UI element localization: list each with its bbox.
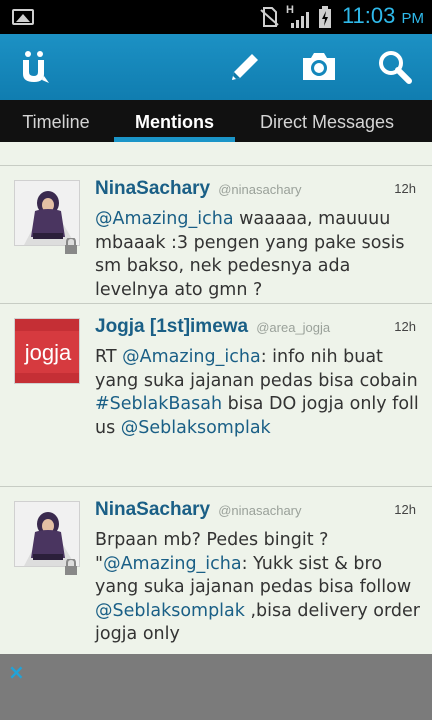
- tweet-author-name[interactable]: NinaSachary: [95, 178, 210, 199]
- tweet-time: 12h: [394, 181, 416, 196]
- mention-link[interactable]: @Amazing_icha: [122, 347, 261, 367]
- tab-timeline-label: Timeline: [22, 112, 90, 132]
- mentions-feed[interactable]: NinaSachary @ninasachary 12h @Amazing_ic…: [0, 142, 432, 654]
- avatar-image: [15, 181, 79, 245]
- close-icon[interactable]: ×: [8, 660, 25, 684]
- avatar-logo-text: jogja: [24, 340, 72, 365]
- bottom-ad-bar: ×: [0, 654, 432, 720]
- tab-timeline[interactable]: Timeline: [0, 100, 112, 142]
- hashtag-link[interactable]: #SeblakBasah: [95, 394, 222, 414]
- search-icon[interactable]: [374, 46, 416, 88]
- action-bar: [0, 34, 432, 100]
- mention-link[interactable]: @Seblaksomplak: [121, 418, 271, 438]
- pencil-icon[interactable]: [224, 46, 266, 88]
- tweet-author-name[interactable]: Jogja [1st]imewa: [95, 316, 248, 337]
- mention-link[interactable]: @Amazing_icha: [103, 554, 242, 574]
- mention-link[interactable]: @Seblaksomplak: [95, 601, 245, 621]
- tweet-item[interactable]: NinaSachary @ninasachary 12h Brpaan mb? …: [0, 487, 432, 654]
- mention-link[interactable]: @Amazing_icha: [95, 209, 234, 229]
- gallery-icon: [12, 9, 34, 25]
- tweet-author-handle: @area_jogja: [256, 320, 331, 335]
- camera-icon[interactable]: [298, 46, 340, 88]
- tweet-item[interactable]: jogja Jogja [1st]imewa @area_jogja 12h R…: [0, 304, 432, 487]
- avatar[interactable]: [14, 501, 80, 567]
- tweet-time: 12h: [394, 319, 416, 334]
- lock-icon: [65, 238, 77, 254]
- tweet-header: NinaSachary @ninasachary 12h: [95, 499, 416, 525]
- avatar[interactable]: [14, 180, 80, 246]
- no-sim-icon: [260, 7, 279, 27]
- status-bar: H 11:03 PM: [0, 0, 432, 34]
- battery-charging-icon: [319, 6, 331, 28]
- tweet-text: RT @Amazing_icha: info nih buat yang suk…: [95, 346, 420, 440]
- tweet-author-handle: @ninasachary: [218, 182, 302, 197]
- tweet-text: Brpaan mb? Pedes bingit ? "@Amazing_icha…: [95, 529, 420, 647]
- previous-tweet-fragment: [0, 142, 432, 166]
- tweet-header: Jogja [1st]imewa @area_jogja 12h: [95, 316, 416, 342]
- lock-icon: [65, 559, 77, 575]
- avatar[interactable]: jogja: [14, 318, 80, 384]
- tweet-author-handle: @ninasachary: [218, 503, 302, 518]
- clock: 11:03 PM: [342, 3, 424, 29]
- tab-mentions[interactable]: Mentions: [114, 100, 235, 142]
- tab-direct-messages[interactable]: Direct Messages: [238, 100, 416, 142]
- clock-ampm: PM: [401, 10, 425, 27]
- tab-mentions-label: Mentions: [135, 112, 214, 132]
- tweet-author-name[interactable]: NinaSachary: [95, 499, 210, 520]
- tweet-text-segment: RT: [95, 347, 123, 367]
- avatar-image: [15, 502, 79, 566]
- tweet-text: @Amazing_icha waaaaa, mauuuu mbaaak :3 p…: [95, 208, 420, 302]
- tweet-time: 12h: [394, 502, 416, 517]
- tab-direct-messages-label: Direct Messages: [259, 112, 395, 132]
- clock-time: 11:03: [341, 3, 396, 28]
- tweet-header: NinaSachary @ninasachary 12h: [95, 178, 416, 204]
- tweet-item[interactable]: NinaSachary @ninasachary 12h @Amazing_ic…: [0, 166, 432, 304]
- tab-bar: Timeline Mentions Direct Messages: [0, 100, 432, 142]
- avatar-image: jogja: [15, 319, 79, 383]
- ubersocial-logo-icon[interactable]: [20, 50, 50, 84]
- signal-icon: [291, 12, 309, 28]
